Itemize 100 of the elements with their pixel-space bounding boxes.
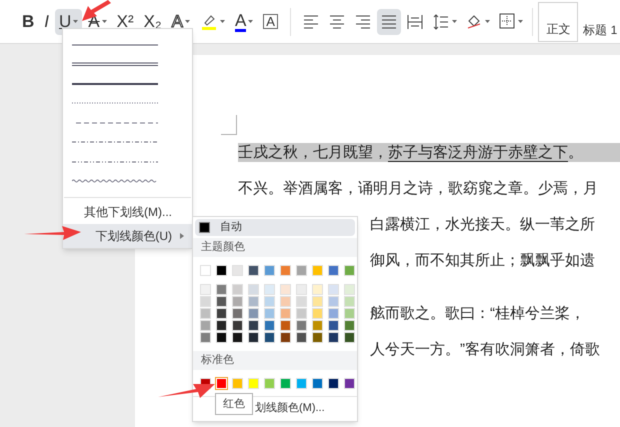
color-swatch[interactable] [232,332,243,343]
color-swatch[interactable] [264,320,275,331]
character-border-button[interactable]: A [259,8,282,34]
color-swatch[interactable] [216,308,227,319]
color-swatch[interactable] [232,308,243,319]
color-swatch[interactable] [280,332,291,343]
color-swatch[interactable] [200,308,211,319]
color-swatch[interactable] [344,378,355,388]
color-swatch[interactable] [232,284,243,295]
color-swatch[interactable] [312,264,323,276]
borders-icon [498,12,516,32]
color-swatch[interactable] [248,296,259,307]
menu-item[interactable]: 下划线颜色(U) [63,224,192,248]
justify-button[interactable] [376,8,401,34]
color-swatch[interactable] [264,284,275,295]
color-swatch[interactable] [200,332,211,343]
color-swatch[interactable] [344,296,355,307]
color-swatch[interactable] [200,284,211,295]
color-swatch[interactable] [328,308,339,319]
color-swatch[interactable] [312,308,323,319]
caret-icon [248,20,254,23]
script-button[interactable]: X₂ [140,8,166,34]
color-swatch[interactable] [232,378,243,388]
line-spacing-icon [432,12,450,32]
font-color-button[interactable]: A [230,8,258,34]
color-swatch[interactable] [344,284,355,295]
color-swatch[interactable] [248,378,259,388]
color-swatch[interactable] [328,320,339,331]
color-swatch[interactable] [216,284,227,295]
color-swatch[interactable] [280,284,291,295]
color-swatch[interactable] [328,284,339,295]
color-swatch[interactable] [312,296,323,307]
color-swatch[interactable] [200,264,211,276]
color-swatch[interactable] [312,284,323,295]
color-swatch[interactable] [280,320,291,331]
caret-icon [184,20,190,23]
text-line: 御风，而不知其所止；飘飘乎如遗 [370,251,595,270]
color-swatch[interactable] [264,332,275,343]
color-swatch[interactable] [248,264,259,276]
thick-line-icon [72,80,158,87]
color-swatch[interactable] [328,264,339,276]
color-swatch[interactable] [296,378,307,388]
color-swatch[interactable] [328,332,339,343]
text-effect-button[interactable]: A [168,8,194,34]
color-swatch[interactable] [328,378,339,388]
wave-line-icon [72,178,158,184]
menu-item[interactable]: 其他下划线(M)... [63,200,192,224]
text-line: 不兴。举酒属客，诵明月之诗，歌窈窕之章。少焉，月 [238,179,598,198]
color-swatch[interactable] [296,320,307,331]
color-swatch[interactable] [296,284,307,295]
color-swatch[interactable] [216,332,227,343]
color-swatch[interactable] [248,308,259,319]
color-swatch[interactable] [248,320,259,331]
bold-button[interactable]: B [18,8,38,34]
italic-button[interactable]: I [40,8,54,34]
color-swatch[interactable] [280,308,291,319]
color-swatch[interactable] [264,378,275,388]
style-option[interactable]: 正文 [538,2,578,42]
section-header: 标准色 [193,350,357,370]
color-swatch[interactable] [264,264,275,276]
color-swatch[interactable] [232,296,243,307]
color-swatch[interactable] [248,284,259,295]
color-swatch[interactable] [216,296,227,307]
caret-icon [73,20,78,23]
single-line-icon [72,42,158,48]
script-button[interactable]: X² [112,8,138,34]
color-swatch[interactable] [296,296,307,307]
color-swatch[interactable] [200,320,211,331]
text-line: 白露横江，水光接天。纵一苇之所 [370,215,595,234]
highlighter-icon [200,12,218,30]
color-swatch[interactable] [200,296,211,307]
color-swatch[interactable] [344,264,355,276]
dotted-line-icon [72,100,158,106]
submenu-arrow-icon [180,233,184,239]
color-swatch[interactable] [280,296,291,307]
dash-dot-line-icon [72,139,158,146]
tooltip: 红色 [215,393,253,415]
color-swatch[interactable] [232,320,243,331]
color-swatch[interactable] [344,332,355,343]
caret-icon [518,20,523,23]
color-swatch[interactable] [344,308,355,319]
automatic-color-option[interactable]: 自动 [195,219,355,236]
color-swatch[interactable] [280,264,291,276]
color-swatch[interactable] [296,332,307,343]
color-swatch[interactable] [344,320,355,331]
text-line: 人兮天一方。”客有吹洞箫者，倚歌 [370,340,600,359]
color-swatch[interactable] [264,308,275,319]
color-swatch[interactable] [296,264,307,276]
color-swatch[interactable] [216,320,227,331]
color-swatch[interactable] [280,378,291,388]
color-swatch[interactable] [216,264,227,276]
color-swatch[interactable] [248,332,259,343]
color-swatch[interactable] [296,308,307,319]
color-swatch[interactable] [232,264,243,276]
color-swatch[interactable] [264,296,275,307]
caret-icon [220,20,225,23]
color-swatch[interactable] [312,332,323,343]
color-swatch[interactable] [312,378,323,388]
color-swatch[interactable] [328,296,339,307]
color-swatch[interactable] [312,320,323,331]
